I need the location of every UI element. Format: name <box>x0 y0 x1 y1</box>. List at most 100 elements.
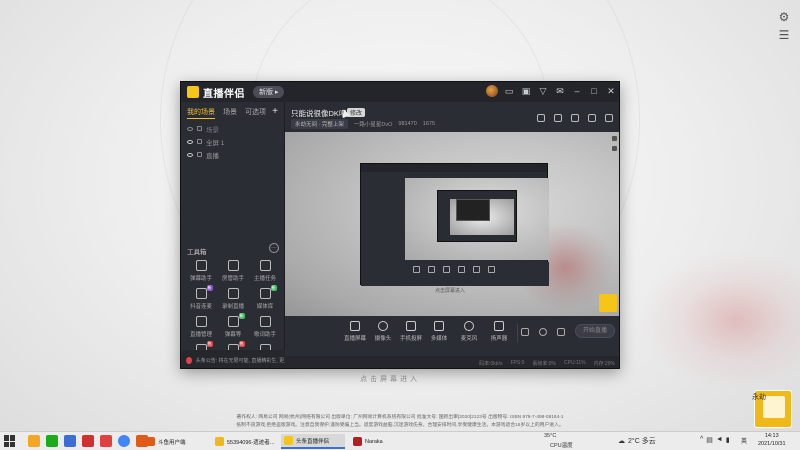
scene-label: 直播 <box>206 152 219 160</box>
tool-item[interactable]: 房管助手 <box>217 260 249 282</box>
tool-item[interactable]: 新弹幕等 <box>217 313 249 338</box>
tool-item[interactable]: 主播任务 <box>249 260 281 282</box>
chevron-up-icon[interactable]: ^ <box>700 436 703 444</box>
close-icon[interactable]: ✕ <box>605 85 617 97</box>
tool-item[interactable]: 新媒体库 <box>249 285 281 310</box>
minimize-icon[interactable]: – <box>571 85 583 97</box>
tool-icon <box>227 288 239 299</box>
stream-header: 只能说很像DK吧。 修改 永劫无间 · 完整上架 一路小星星DvO 981470… <box>285 102 619 132</box>
tab-scenes[interactable]: 场景 <box>223 107 237 116</box>
lock-icon[interactable] <box>197 152 202 157</box>
share-icon[interactable] <box>605 114 613 122</box>
video-icon[interactable] <box>521 328 529 336</box>
app-icon <box>215 437 224 446</box>
scene-item[interactable]: 直播 <box>181 148 284 161</box>
game-icon <box>353 437 362 446</box>
new-badge: 新 <box>206 285 213 291</box>
shirt-icon[interactable]: ▽ <box>537 85 549 97</box>
divider <box>517 324 518 342</box>
avatar[interactable] <box>486 85 498 97</box>
announcement-icon <box>186 356 192 364</box>
app-icon[interactable] <box>100 435 112 447</box>
preview-hint: 点击屏幕进入 <box>435 288 466 294</box>
tool-item[interactable]: 录制直播 <box>217 288 249 310</box>
task-item[interactable]: 头条直播伴侣 <box>281 434 345 449</box>
folder-icon[interactable] <box>28 435 40 447</box>
cpu-status: CPU:11% <box>564 360 586 366</box>
tool-item[interactable]: 直播管理 <box>185 316 217 338</box>
package-icon[interactable] <box>554 114 562 122</box>
input-language[interactable]: 英 <box>741 436 747 445</box>
menu-icon[interactable]: ☰ <box>776 28 792 42</box>
eye-icon[interactable] <box>187 139 193 144</box>
media-button[interactable]: 多媒体 <box>423 321 455 342</box>
fans-count: 1675 <box>422 121 436 127</box>
cpu-temperature-label: CPU温度 <box>550 443 573 449</box>
volume-icon[interactable]: ◄ <box>716 436 723 444</box>
click-to-enter-hint[interactable]: 点击屏幕进入 <box>360 374 420 384</box>
lock-icon[interactable] <box>571 114 579 122</box>
version-pill[interactable]: 新版 ▸ <box>253 86 285 98</box>
settings-icon[interactable] <box>612 136 617 141</box>
camera-icon <box>378 321 388 331</box>
toolbox-more-button[interactable]: ··· <box>269 243 279 253</box>
screen-icon[interactable]: ▭ <box>503 85 515 97</box>
notice-bar[interactable]: 头条公告: 将在无限可能, 直播精彩生, 更上一层楼 <box>181 350 285 368</box>
mail-icon[interactable]: ✉ <box>554 85 566 97</box>
copyright-line: 著作权人: 网易公司 网易(杭州)网络有限公司 出版单位: 广州网易计算机系统有… <box>236 415 564 420</box>
box-icon[interactable] <box>537 114 545 122</box>
tool-item[interactable]: 弹幕助手 <box>185 260 217 282</box>
preview-side-controls[interactable] <box>612 136 617 151</box>
speaker-button[interactable]: 扬声器 <box>483 321 515 342</box>
system-tray[interactable]: ^ ▤ ◄ ▮ <box>700 436 730 444</box>
main-content: 只能说很像DK吧。 修改 永劫无间 · 完整上架 一路小星星DvO 981470… <box>285 102 619 368</box>
wechat-icon[interactable] <box>46 435 58 447</box>
health-notice-line: 抵制不良游戏,拒绝盗版游戏。注意自我保护,谨防受骗上当。适度游戏益脑,沉迷游戏伤… <box>236 423 564 428</box>
windows-start-icon[interactable] <box>4 435 16 447</box>
task-item[interactable]: Naraka <box>350 434 414 449</box>
microphone-button[interactable]: 麦克风 <box>453 321 485 342</box>
task-item[interactable]: 斗鱼用户端 <box>143 434 205 449</box>
gear-icon[interactable] <box>557 328 565 336</box>
settings-icon[interactable]: ⚙ <box>776 10 792 24</box>
category-pill[interactable]: 永劫无间 · 完整上架 <box>291 119 348 129</box>
start-live-button[interactable]: 开始直播 <box>575 324 615 338</box>
scene-item[interactable]: 场景 <box>181 122 284 135</box>
chrome-icon[interactable] <box>118 435 130 447</box>
tab-my-scenes[interactable]: 我的场景 <box>187 107 215 119</box>
modify-title-button[interactable]: 修改 <box>347 108 366 117</box>
preview-canvas[interactable]: 点击屏幕进入 <box>285 132 619 316</box>
hot-badge: 热 <box>206 341 213 347</box>
lock-icon[interactable] <box>197 126 202 131</box>
lock-icon[interactable] <box>197 139 202 144</box>
battery-icon[interactable]: ▮ <box>726 436 730 444</box>
bell-icon[interactable] <box>588 114 596 122</box>
source-toolbar: 直播屏幕 摄像头 手机投屏 多媒体 麦克风 扬声器 开始直播 <box>285 316 619 356</box>
layout-icon[interactable] <box>612 146 617 151</box>
tool-icon <box>195 316 207 327</box>
task-item[interactable]: 55394096-遗迹者... <box>212 434 276 449</box>
scene-label: 全屏 1 <box>206 139 225 147</box>
weather-widget[interactable]: ☁ 2°C 多云 <box>618 436 656 446</box>
tool-item[interactable]: 歌词助手 <box>249 316 281 338</box>
eye-icon[interactable] <box>187 126 193 131</box>
new-badge: 新 <box>238 313 245 319</box>
app-icon[interactable] <box>82 435 94 447</box>
clock[interactable]: 14:13 2021/10/31 <box>758 432 786 448</box>
status-bar: 码率:0kb/s FPS:0 丢帧率:0% CPU:11% 内存:29% <box>285 356 619 368</box>
hot-badge: 热 <box>238 341 245 347</box>
eye-icon[interactable] <box>539 328 547 336</box>
maximize-icon[interactable]: □ <box>588 85 600 97</box>
tab-options[interactable]: 可选项 <box>245 107 266 116</box>
gift-icon[interactable]: ▣ <box>520 85 532 97</box>
live-companion-window: 直播伴侣 新版 ▸ ▭ ▣ ▽ ✉ – □ ✕ 我的场景 场景 可选项 + 场景… <box>180 81 620 369</box>
add-scene-button[interactable]: + <box>272 106 278 117</box>
network-icon[interactable]: ▤ <box>706 436 713 444</box>
microphone-icon <box>464 321 474 331</box>
eye-icon[interactable] <box>187 152 193 157</box>
app-icon[interactable] <box>64 435 76 447</box>
scene-item[interactable]: 全屏 1 <box>181 135 284 148</box>
title-bar: 直播伴侣 新版 ▸ ▭ ▣ ▽ ✉ – □ ✕ <box>181 82 619 102</box>
tool-icon: 新 <box>195 285 213 299</box>
tool-item[interactable]: 新抖音连麦 <box>185 285 217 310</box>
